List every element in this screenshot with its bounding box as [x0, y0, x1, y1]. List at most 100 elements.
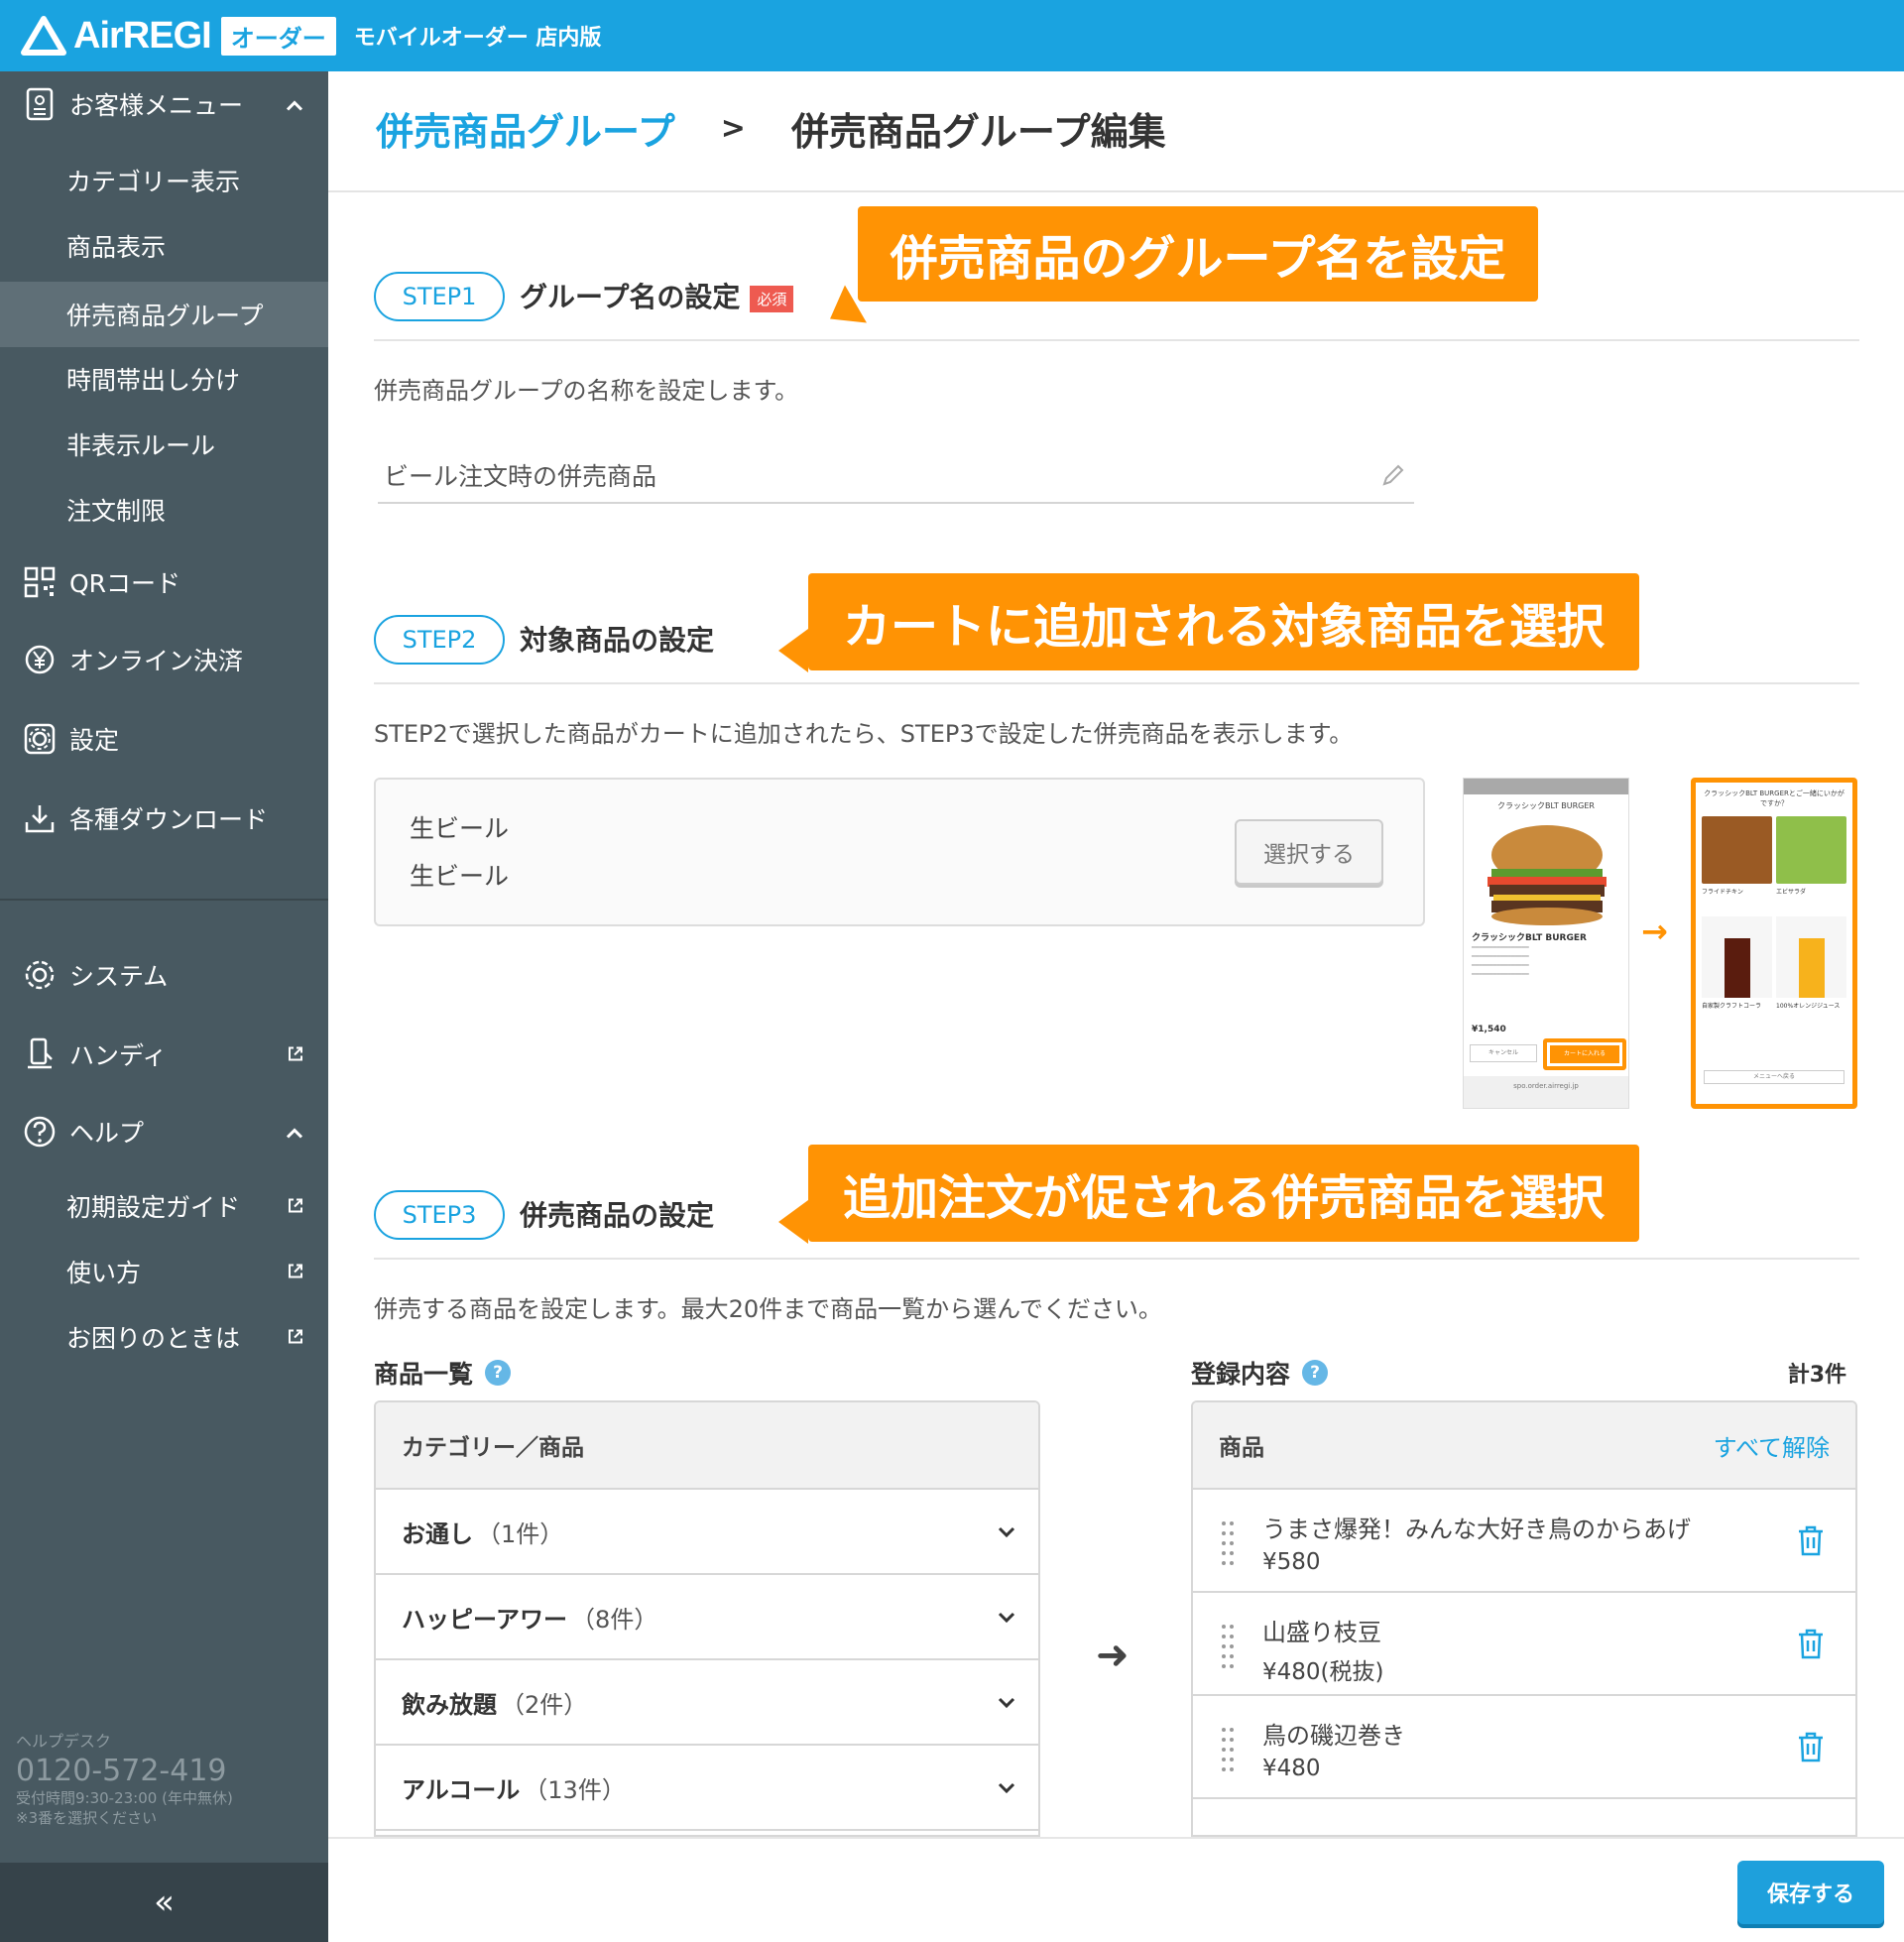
help-question-icon[interactable]: ?	[1302, 1360, 1329, 1386]
sidebar-item-label: システム	[69, 962, 169, 991]
sidebar-item-label: カテゴリー表示	[66, 168, 241, 196]
breadcrumb-parent-link[interactable]: 併売商品グループ	[376, 101, 675, 156]
product-list-table: カテゴリー／商品 お通し （1件） ハッピーアワー （8件） 飲み放題 （2件） アル…	[374, 1400, 1040, 1837]
phone-product-caption: クラッシックBLT BURGER	[1472, 933, 1587, 943]
sidebar-item-label: 各種ダウンロード	[69, 805, 269, 834]
callout-step3: 追加注文が促される併売商品を選択	[808, 1145, 1639, 1242]
trash-icon[interactable]	[1796, 1523, 1826, 1561]
preview-phone-suggestions: クラッシックBLT BURGERとご一緒にいかがですか？ フライドチキン エビサ…	[1691, 778, 1857, 1109]
preview-phone-product: クラッシックBLT BURGER クラッシックBLT BURGER ━━━━━━…	[1463, 778, 1629, 1109]
main-content: 併売商品グループ > 併売商品グループ編集 STEP1 グループ名の設定 必須 併…	[328, 71, 1904, 1942]
header-divider	[328, 190, 1904, 192]
category-row[interactable]: お通し （1件）	[376, 1490, 1038, 1575]
step3-description: 併売する商品を設定します。最大20件まで商品一覧から選んでください。	[374, 1295, 1162, 1323]
step1-divider	[374, 339, 1859, 341]
sidebar-group-customer-menu[interactable]: お客様メニュー	[0, 71, 328, 137]
sidebar-item-setup-guide[interactable]: 初期設定ガイド	[0, 1176, 328, 1236]
drag-handle-icon[interactable]	[1221, 1623, 1235, 1672]
external-link-icon	[287, 1192, 304, 1221]
group-name-input[interactable]: ビール注文時の併売商品	[378, 448, 1414, 504]
phone-url-bar: spo.order.airregi.jp	[1464, 1076, 1628, 1108]
external-link-icon	[287, 1323, 304, 1352]
select-product-button[interactable]: 選択する	[1235, 819, 1383, 885]
sidebar-item-how-to-use[interactable]: 使い方	[0, 1242, 328, 1301]
category-row[interactable]: 飲み放題 （2件）	[376, 1660, 1038, 1746]
sidebar: お客様メニュー カテゴリー表示 商品表示 併売商品グループ 時間帯出し分け 非表…	[0, 71, 328, 1942]
target-category: 生ビール	[410, 814, 510, 843]
sidebar-item-downloads[interactable]: 各種ダウンロード	[0, 784, 328, 853]
category-name: ハッピーアワー	[402, 1605, 568, 1634]
registered-table: 商品 すべて解除 うまさ爆発！みんな大好き鳥のからあげ ¥580 山盛り枝豆 ¥…	[1191, 1400, 1857, 1837]
sidebar-item-online-payment[interactable]: オンライン決済	[0, 625, 328, 694]
save-button[interactable]: 保存する	[1737, 1861, 1884, 1924]
preview-arrow-icon: →	[1641, 912, 1668, 950]
phone-suggest-name: フライドチキン	[1702, 889, 1743, 896]
sidebar-item-label: 使い方	[66, 1259, 142, 1287]
breadcrumb-separator: >	[720, 111, 746, 146]
sidebar-group-help[interactable]: ヘルプ	[0, 1097, 328, 1166]
step1-title-text: グループ名の設定	[520, 281, 741, 313]
registered-price: ¥580	[1262, 1549, 1321, 1575]
orange-juice-image	[1776, 916, 1846, 998]
category-row[interactable]: ハッピーアワー （8件）	[376, 1575, 1038, 1660]
sidebar-collapse-button[interactable]: «	[0, 1863, 328, 1942]
phone-suggest-item: フライドチキン	[1700, 814, 1774, 901]
app-subtitle: モバイルオーダー 店内版	[353, 26, 602, 51]
helpdesk-note: ※3番を選択ください	[16, 1809, 158, 1827]
step3-pill: STEP3	[374, 1190, 505, 1240]
sidebar-item-troubleshoot[interactable]: お困りのときは	[0, 1307, 328, 1367]
pencil-icon	[1380, 462, 1406, 494]
trash-icon[interactable]	[1796, 1627, 1826, 1664]
sidebar-item-order-limit[interactable]: 注文制限	[0, 480, 328, 540]
top-bar: AirREGI オーダー モバイルオーダー 店内版	[0, 0, 1904, 71]
cola-image	[1702, 916, 1772, 998]
category-name: お通し	[402, 1519, 473, 1548]
footer-bar: 保存する	[328, 1837, 1904, 1942]
logo-badge: オーダー	[220, 16, 336, 56]
registered-row[interactable]: 鳥の磯辺巻き ¥480	[1193, 1696, 1855, 1799]
phone-suggest-item: 自家製クラフトコーラ	[1700, 914, 1774, 1015]
sidebar-item-cross-sell-group[interactable]: 併売商品グループ	[0, 282, 328, 347]
sidebar-item-category-display[interactable]: カテゴリー表示	[0, 151, 328, 210]
registered-price: ¥480	[1262, 1756, 1321, 1781]
drag-handle-icon[interactable]	[1221, 1726, 1235, 1775]
page-title: 併売商品グループ編集	[790, 110, 1166, 154]
clear-all-link[interactable]: すべて解除	[1714, 1428, 1830, 1463]
sidebar-item-system[interactable]: システム	[0, 940, 328, 1010]
sidebar-item-qr-code[interactable]: QRコード	[0, 547, 328, 617]
category-row[interactable]: アルコール （13件）	[376, 1746, 1038, 1831]
sidebar-item-label: 初期設定ガイド	[66, 1193, 241, 1222]
sidebar-item-label: ヘルプ	[69, 1119, 145, 1148]
sidebar-item-product-display[interactable]: 商品表示	[0, 216, 328, 276]
product-list-heading-text: 商品一覧	[374, 1360, 474, 1389]
sidebar-item-label: QRコード	[69, 569, 181, 598]
phone-suggest-item: エビサラダ	[1774, 814, 1848, 901]
sidebar-item-time-slot[interactable]: 時間帯出し分け	[0, 349, 328, 409]
move-arrow-icon: ➜	[1096, 1633, 1130, 1678]
helpdesk-hours: 受付時間9:30-23:00 (年中無休)	[16, 1789, 233, 1807]
callout-step2: カートに追加される対象商品を選択	[808, 573, 1639, 670]
category-count: （1件）	[477, 1519, 564, 1548]
drag-handle-icon[interactable]	[1221, 1519, 1235, 1569]
sidebar-item-handy[interactable]: ハンディ	[0, 1020, 328, 1089]
help-circle-icon	[22, 1114, 58, 1150]
registered-heading: 登録内容?	[1191, 1355, 1329, 1391]
registered-total: 計3件	[1787, 1363, 1846, 1388]
qr-code-icon	[22, 564, 58, 600]
step2-divider	[374, 682, 1859, 684]
step2-title: 対象商品の設定	[520, 624, 715, 657]
registered-name: うまさ爆発！みんな大好き鳥のからあげ	[1262, 1516, 1691, 1543]
sidebar-item-settings[interactable]: 設定	[0, 704, 328, 774]
category-count: （8件）	[571, 1605, 658, 1634]
trash-icon[interactable]	[1796, 1730, 1826, 1767]
download-icon	[22, 800, 58, 836]
help-question-icon[interactable]: ?	[485, 1360, 512, 1386]
registered-row[interactable]: 山盛り枝豆 ¥480(税抜)	[1193, 1593, 1855, 1696]
registered-row[interactable]: うまさ爆発！みんな大好き鳥のからあげ ¥580	[1193, 1490, 1855, 1593]
sidebar-item-label: 商品表示	[66, 233, 167, 262]
settings-gear-icon	[22, 721, 58, 757]
sidebar-item-label: ハンディ	[69, 1041, 168, 1070]
sidebar-item-label: 時間帯出し分け	[66, 366, 241, 395]
sidebar-item-label: 非表示ルール	[66, 431, 216, 460]
sidebar-item-hide-rule[interactable]: 非表示ルール	[0, 415, 328, 474]
